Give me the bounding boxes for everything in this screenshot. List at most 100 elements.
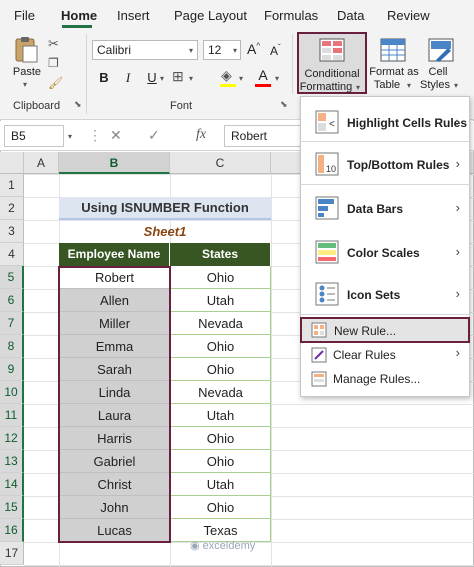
font-name-combo[interactable]: Calibri ▾ bbox=[92, 40, 198, 60]
menu-item-highlight-cells-rules[interactable]: < Highlight Cells Rules › bbox=[300, 106, 470, 140]
font-color-button[interactable]: A bbox=[255, 67, 271, 83]
menu-item-top-bottom-rules[interactable]: 10 Top/Bottom Rules › bbox=[300, 148, 470, 182]
menu-item-data-bars[interactable]: Data Bars › bbox=[300, 192, 470, 226]
conditional-formatting-icon bbox=[319, 38, 345, 62]
format-as-table-icon bbox=[380, 38, 406, 62]
row-header[interactable]: 2 bbox=[0, 197, 24, 220]
name-box[interactable]: B5 bbox=[4, 125, 64, 147]
row-header[interactable]: 15 bbox=[0, 496, 24, 519]
row-header[interactable]: 7 bbox=[0, 312, 24, 335]
chevron-down-icon[interactable]: ▾ bbox=[189, 74, 193, 83]
copy-icon[interactable]: ❐ bbox=[48, 56, 59, 70]
new-rule-icon bbox=[311, 322, 327, 338]
clear-rules-icon bbox=[311, 347, 327, 363]
cell-state[interactable]: Ohio bbox=[170, 335, 271, 358]
column-header-b[interactable]: B bbox=[59, 152, 170, 174]
grid-vline bbox=[271, 174, 272, 567]
group-divider bbox=[292, 34, 293, 94]
name-box-chevron-icon[interactable]: ▾ bbox=[68, 132, 72, 141]
table-title[interactable]: Using ISNUMBER Function bbox=[59, 197, 271, 220]
cell-state[interactable]: Utah bbox=[170, 404, 271, 427]
grow-font-button[interactable]: A^ bbox=[247, 41, 260, 57]
italic-button[interactable]: I bbox=[120, 70, 136, 86]
menu-item-manage-rules[interactable]: Manage Rules... bbox=[300, 368, 470, 390]
row-header[interactable]: 13 bbox=[0, 450, 24, 473]
sheet-subtitle[interactable]: Sheet1 bbox=[59, 220, 271, 243]
cell-state[interactable]: Ohio bbox=[170, 450, 271, 473]
row-header[interactable]: 17 bbox=[0, 542, 24, 565]
tab-review[interactable]: Review bbox=[387, 8, 430, 23]
fx-icon[interactable]: fx bbox=[196, 127, 206, 143]
paste-chevron-icon[interactable]: ▾ bbox=[23, 80, 27, 89]
header-states[interactable]: States bbox=[170, 243, 271, 266]
confirm-entry-icon[interactable]: ✓ bbox=[148, 127, 160, 144]
menu-item-icon-sets[interactable]: Icon Sets › bbox=[300, 278, 470, 312]
row-header[interactable]: 14 bbox=[0, 473, 24, 496]
format-as-table-button[interactable]: Format as Table ▾ bbox=[369, 34, 419, 92]
column-header-a[interactable]: A bbox=[24, 152, 59, 174]
cancel-entry-icon[interactable]: ✕ bbox=[110, 127, 122, 144]
select-all-corner[interactable] bbox=[0, 152, 24, 174]
row-header[interactable]: 10 bbox=[0, 381, 24, 404]
row-header[interactable]: 16 bbox=[0, 519, 24, 542]
watermark-text: exceldemy bbox=[202, 540, 256, 552]
menu-item-clear-rules[interactable]: Clear Rules › bbox=[300, 344, 470, 366]
column-header-c[interactable]: C bbox=[170, 152, 271, 174]
menu-separator bbox=[300, 141, 470, 142]
row-header[interactable]: 6 bbox=[0, 289, 24, 312]
borders-icon[interactable]: ⊞ bbox=[172, 68, 184, 85]
cell-state[interactable]: Utah bbox=[170, 289, 271, 312]
watermark: ◉ exceldemy bbox=[190, 540, 256, 552]
cs-label-line1: Cell bbox=[428, 66, 448, 78]
cell-state[interactable]: Ohio bbox=[170, 358, 271, 381]
cell-state[interactable]: Utah bbox=[170, 473, 271, 496]
tab-formulas[interactable]: Formulas bbox=[264, 8, 318, 23]
row-header[interactable]: 4 bbox=[0, 243, 24, 266]
cell-state[interactable]: Nevada bbox=[170, 381, 271, 404]
cell-state[interactable]: Ohio bbox=[170, 496, 271, 519]
underline-button[interactable]: U bbox=[144, 70, 160, 85]
chevron-down-icon[interactable]: ▾ bbox=[160, 74, 164, 83]
cell-state[interactable]: Nevada bbox=[170, 312, 271, 335]
header-employee-name[interactable]: Employee Name bbox=[59, 243, 170, 266]
font-size-combo[interactable]: 12 ▾ bbox=[203, 40, 241, 60]
more-options-icon: ⋮ bbox=[88, 127, 102, 143]
row-header[interactable]: 1 bbox=[0, 174, 24, 197]
row-header[interactable]: 9 bbox=[0, 358, 24, 381]
menu-label: Top/Bottom Rules bbox=[347, 158, 450, 172]
chevron-down-icon[interactable]: ▾ bbox=[275, 74, 279, 83]
tab-insert[interactable]: Insert bbox=[117, 8, 150, 23]
tab-home[interactable]: Home bbox=[61, 8, 97, 23]
row-header[interactable]: 5 bbox=[0, 266, 24, 289]
cell-state[interactable]: Ohio bbox=[170, 427, 271, 450]
chevron-down-icon[interactable]: ▾ bbox=[239, 74, 243, 83]
paste-label[interactable]: Paste bbox=[12, 66, 42, 79]
svg-text:10: 10 bbox=[326, 164, 336, 174]
tab-page-layout[interactable]: Page Layout bbox=[174, 8, 247, 23]
tab-file[interactable]: File bbox=[14, 8, 35, 23]
row-header[interactable]: 11 bbox=[0, 404, 24, 427]
font-launcher-icon[interactable]: ⬊ bbox=[280, 99, 288, 110]
menu-item-color-scales[interactable]: Color Scales › bbox=[300, 236, 470, 270]
menu-item-new-rule[interactable]: New Rule... bbox=[300, 317, 470, 343]
fill-color-swatch bbox=[220, 84, 236, 87]
formula-input[interactable]: Robert bbox=[224, 125, 304, 147]
tab-data[interactable]: Data bbox=[337, 8, 364, 23]
submenu-arrow-icon: › bbox=[455, 244, 460, 259]
paste-icon bbox=[15, 37, 38, 63]
fill-color-icon[interactable]: ◈ bbox=[221, 67, 232, 84]
conditional-formatting-button[interactable]: Conditional Formatting ▾ bbox=[297, 32, 367, 94]
cell-styles-button[interactable]: Cell Styles ▾ bbox=[420, 34, 466, 92]
menu-label: Color Scales bbox=[347, 246, 420, 260]
paste-button[interactable] bbox=[10, 36, 42, 64]
cut-icon[interactable]: ✂ bbox=[48, 36, 59, 52]
row-header[interactable]: 3 bbox=[0, 220, 24, 243]
cell-state[interactable]: Ohio bbox=[170, 266, 271, 289]
row-header[interactable]: 8 bbox=[0, 335, 24, 358]
row-header[interactable]: 12 bbox=[0, 427, 24, 450]
clipboard-launcher-icon[interactable]: ⬊ bbox=[74, 99, 82, 110]
bold-button[interactable]: B bbox=[96, 70, 112, 85]
top-bottom-icon: 10 bbox=[315, 152, 339, 176]
shrink-font-button[interactable]: Aˇ bbox=[270, 43, 281, 58]
format-painter-icon[interactable]: 🖌 bbox=[48, 76, 63, 90]
